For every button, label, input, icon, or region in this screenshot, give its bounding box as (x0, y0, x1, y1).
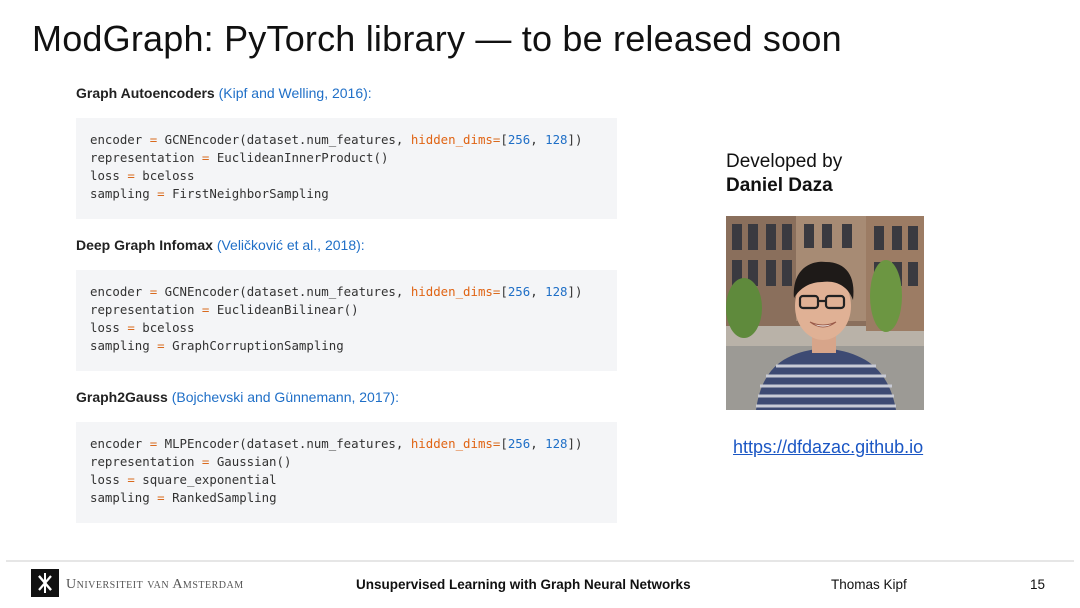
slide-title: ModGraph: PyTorch library — to be releas… (32, 18, 842, 59)
developer-name: Daniel Daza (726, 175, 833, 196)
code-block-deep-graph-infomax: encoder = GCNEncoder(dataset.num_feature… (76, 270, 617, 371)
model-name: Graph2Gauss (76, 389, 168, 405)
model-heading-graph-autoencoders: Graph Autoencoders (Kipf and Welling, 20… (76, 85, 372, 101)
code-line-encoder: encoder = GCNEncoder(dataset.num_feature… (90, 132, 583, 147)
code-line-sampling: sampling = GraphCorruptionSampling (90, 338, 344, 353)
developer-photo (726, 216, 924, 410)
code-line-representation: representation = EuclideanBilinear() (90, 302, 359, 317)
model-name: Deep Graph Infomax (76, 237, 213, 253)
model-heading-deep-graph-infomax: Deep Graph Infomax (Veličković et al., 2… (76, 237, 365, 253)
code-line-loss: loss = square_exponential (90, 472, 277, 487)
author-name: Thomas Kipf (831, 577, 907, 592)
model-name: Graph Autoencoders (76, 85, 215, 101)
code-line-loss: loss = bceloss (90, 320, 195, 335)
model-heading-graph2gauss: Graph2Gauss (Bojchevski and Günnemann, 2… (76, 389, 399, 405)
code-line-representation: representation = EuclideanInnerProduct() (90, 150, 389, 165)
code-block-graph-autoencoders: encoder = GCNEncoder(dataset.num_feature… (76, 118, 617, 219)
developer-label: Developed by (726, 151, 843, 172)
model-citation[interactable]: (Veličković et al., 2018) (217, 237, 361, 253)
code-line-encoder: encoder = GCNEncoder(dataset.num_feature… (90, 284, 583, 299)
talk-title: Unsupervised Learning with Graph Neural … (356, 577, 691, 592)
code-line-sampling: sampling = RankedSampling (90, 490, 277, 505)
developer-credit: Developed by Daniel Daza (726, 150, 842, 198)
code-block-graph2gauss: encoder = MLPEncoder(dataset.num_feature… (76, 422, 617, 523)
model-citation[interactable]: (Kipf and Welling, 2016) (219, 85, 368, 101)
model-citation[interactable]: (Bojchevski and Günnemann, 2017) (172, 389, 395, 405)
code-line-sampling: sampling = FirstNeighborSampling (90, 186, 329, 201)
university-name: Universiteit van Amsterdam (66, 577, 244, 592)
footer-divider (6, 560, 1074, 562)
code-line-representation: representation = Gaussian() (90, 454, 292, 469)
university-logo (31, 569, 59, 597)
code-line-loss: loss = bceloss (90, 168, 195, 183)
page-number: 15 (1030, 577, 1046, 592)
code-line-encoder: encoder = MLPEncoder(dataset.num_feature… (90, 436, 583, 451)
developer-website-link[interactable]: https://dfdazac.github.io (733, 437, 923, 458)
